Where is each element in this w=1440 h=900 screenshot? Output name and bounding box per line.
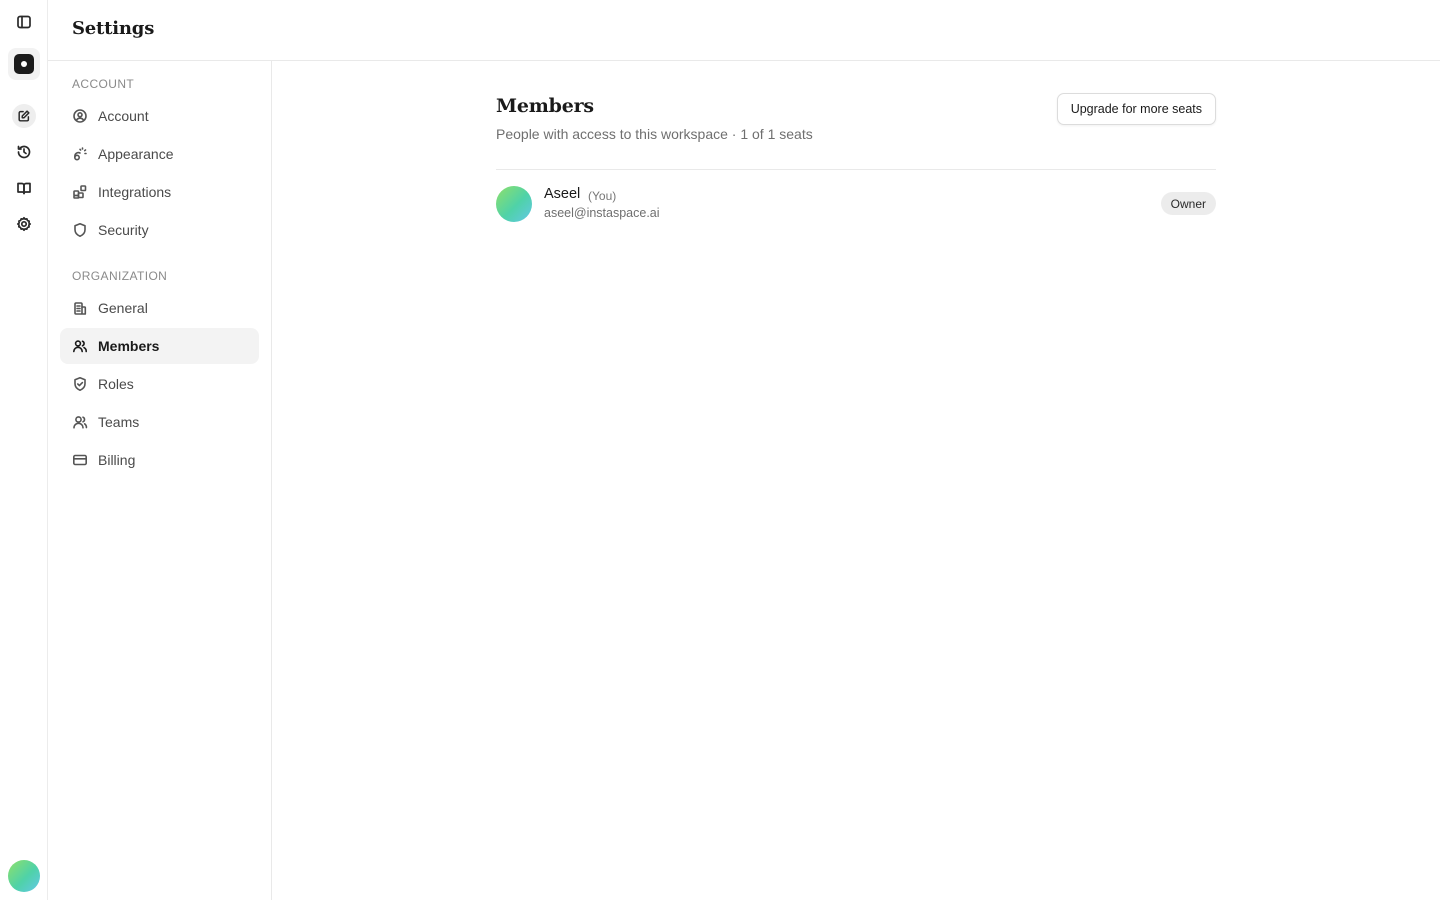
member-name: Aseel <box>544 186 581 202</box>
user-avatar[interactable] <box>8 860 40 892</box>
sidebar-item-appearance[interactable]: Appearance <box>60 136 259 172</box>
settings-button[interactable] <box>8 208 40 240</box>
sidebar-item-roles[interactable]: Roles <box>60 366 259 402</box>
icon-rail <box>0 0 48 900</box>
new-note-button[interactable] <box>12 104 36 128</box>
user-circle-icon <box>73 109 87 123</box>
sidebar-item-label: Integrations <box>98 184 172 200</box>
sidebar-item-label: Security <box>98 222 149 238</box>
section-label-organization: ORGANIZATION <box>72 269 168 283</box>
settings-sidebar: ACCOUNT Account Appearance Integrations … <box>48 61 272 900</box>
sidebar-item-billing[interactable]: Billing <box>60 442 259 478</box>
workspace-logo-icon <box>14 54 34 74</box>
edit-icon <box>18 110 30 122</box>
sidebar-item-label: Billing <box>98 452 136 468</box>
main-content: Members People with access to this works… <box>272 61 1440 900</box>
settings-header: Settings <box>48 0 1440 61</box>
member-you-tag: (You) <box>588 189 617 203</box>
member-email: aseel@instaspace.ai <box>544 206 660 220</box>
sidebar-item-label: General <box>98 300 148 316</box>
section-label-account: ACCOUNT <box>72 77 135 91</box>
history-icon <box>17 145 31 159</box>
team-icon <box>73 416 88 429</box>
sidebar-item-security[interactable]: Security <box>60 212 259 248</box>
upgrade-seats-button[interactable]: Upgrade for more seats <box>1056 93 1216 125</box>
shield-icon <box>74 223 86 237</box>
sidebar-item-label: Teams <box>98 414 140 430</box>
sidebar-toggle-icon <box>17 15 31 29</box>
blocks-icon <box>73 185 87 199</box>
sidebar-item-label: Account <box>98 108 149 124</box>
role-badge[interactable]: Owner <box>1160 192 1216 215</box>
workspace-logo[interactable] <box>8 48 40 80</box>
sidebar-item-general[interactable]: General <box>60 290 259 326</box>
docs-button[interactable] <box>8 172 40 204</box>
page-header-title: Settings <box>72 18 155 39</box>
sidebar-item-members[interactable]: Members <box>60 328 259 364</box>
building-icon <box>74 302 87 315</box>
shield-check-icon <box>74 377 86 391</box>
sidebar-item-label: Roles <box>98 376 134 392</box>
gear-icon <box>16 216 32 232</box>
users-icon <box>73 340 87 353</box>
book-icon <box>17 182 31 195</box>
history-button[interactable] <box>8 136 40 168</box>
member-avatar <box>496 186 532 222</box>
palette-icon <box>73 147 87 161</box>
sidebar-toggle-button[interactable] <box>8 6 40 38</box>
page-title: Members <box>496 95 594 117</box>
sidebar-item-teams[interactable]: Teams <box>60 404 259 440</box>
page-subtitle: People with access to this workspace · 1… <box>496 126 813 142</box>
sidebar-item-label: Appearance <box>98 146 174 162</box>
divider <box>496 169 1216 170</box>
sidebar-item-label: Members <box>98 338 160 354</box>
credit-card-icon <box>72 454 87 466</box>
sidebar-item-account[interactable]: Account <box>60 98 259 134</box>
sidebar-item-integrations[interactable]: Integrations <box>60 174 259 210</box>
member-row[interactable]: Aseel (You) aseel@instaspace.ai Owner <box>496 184 1216 224</box>
